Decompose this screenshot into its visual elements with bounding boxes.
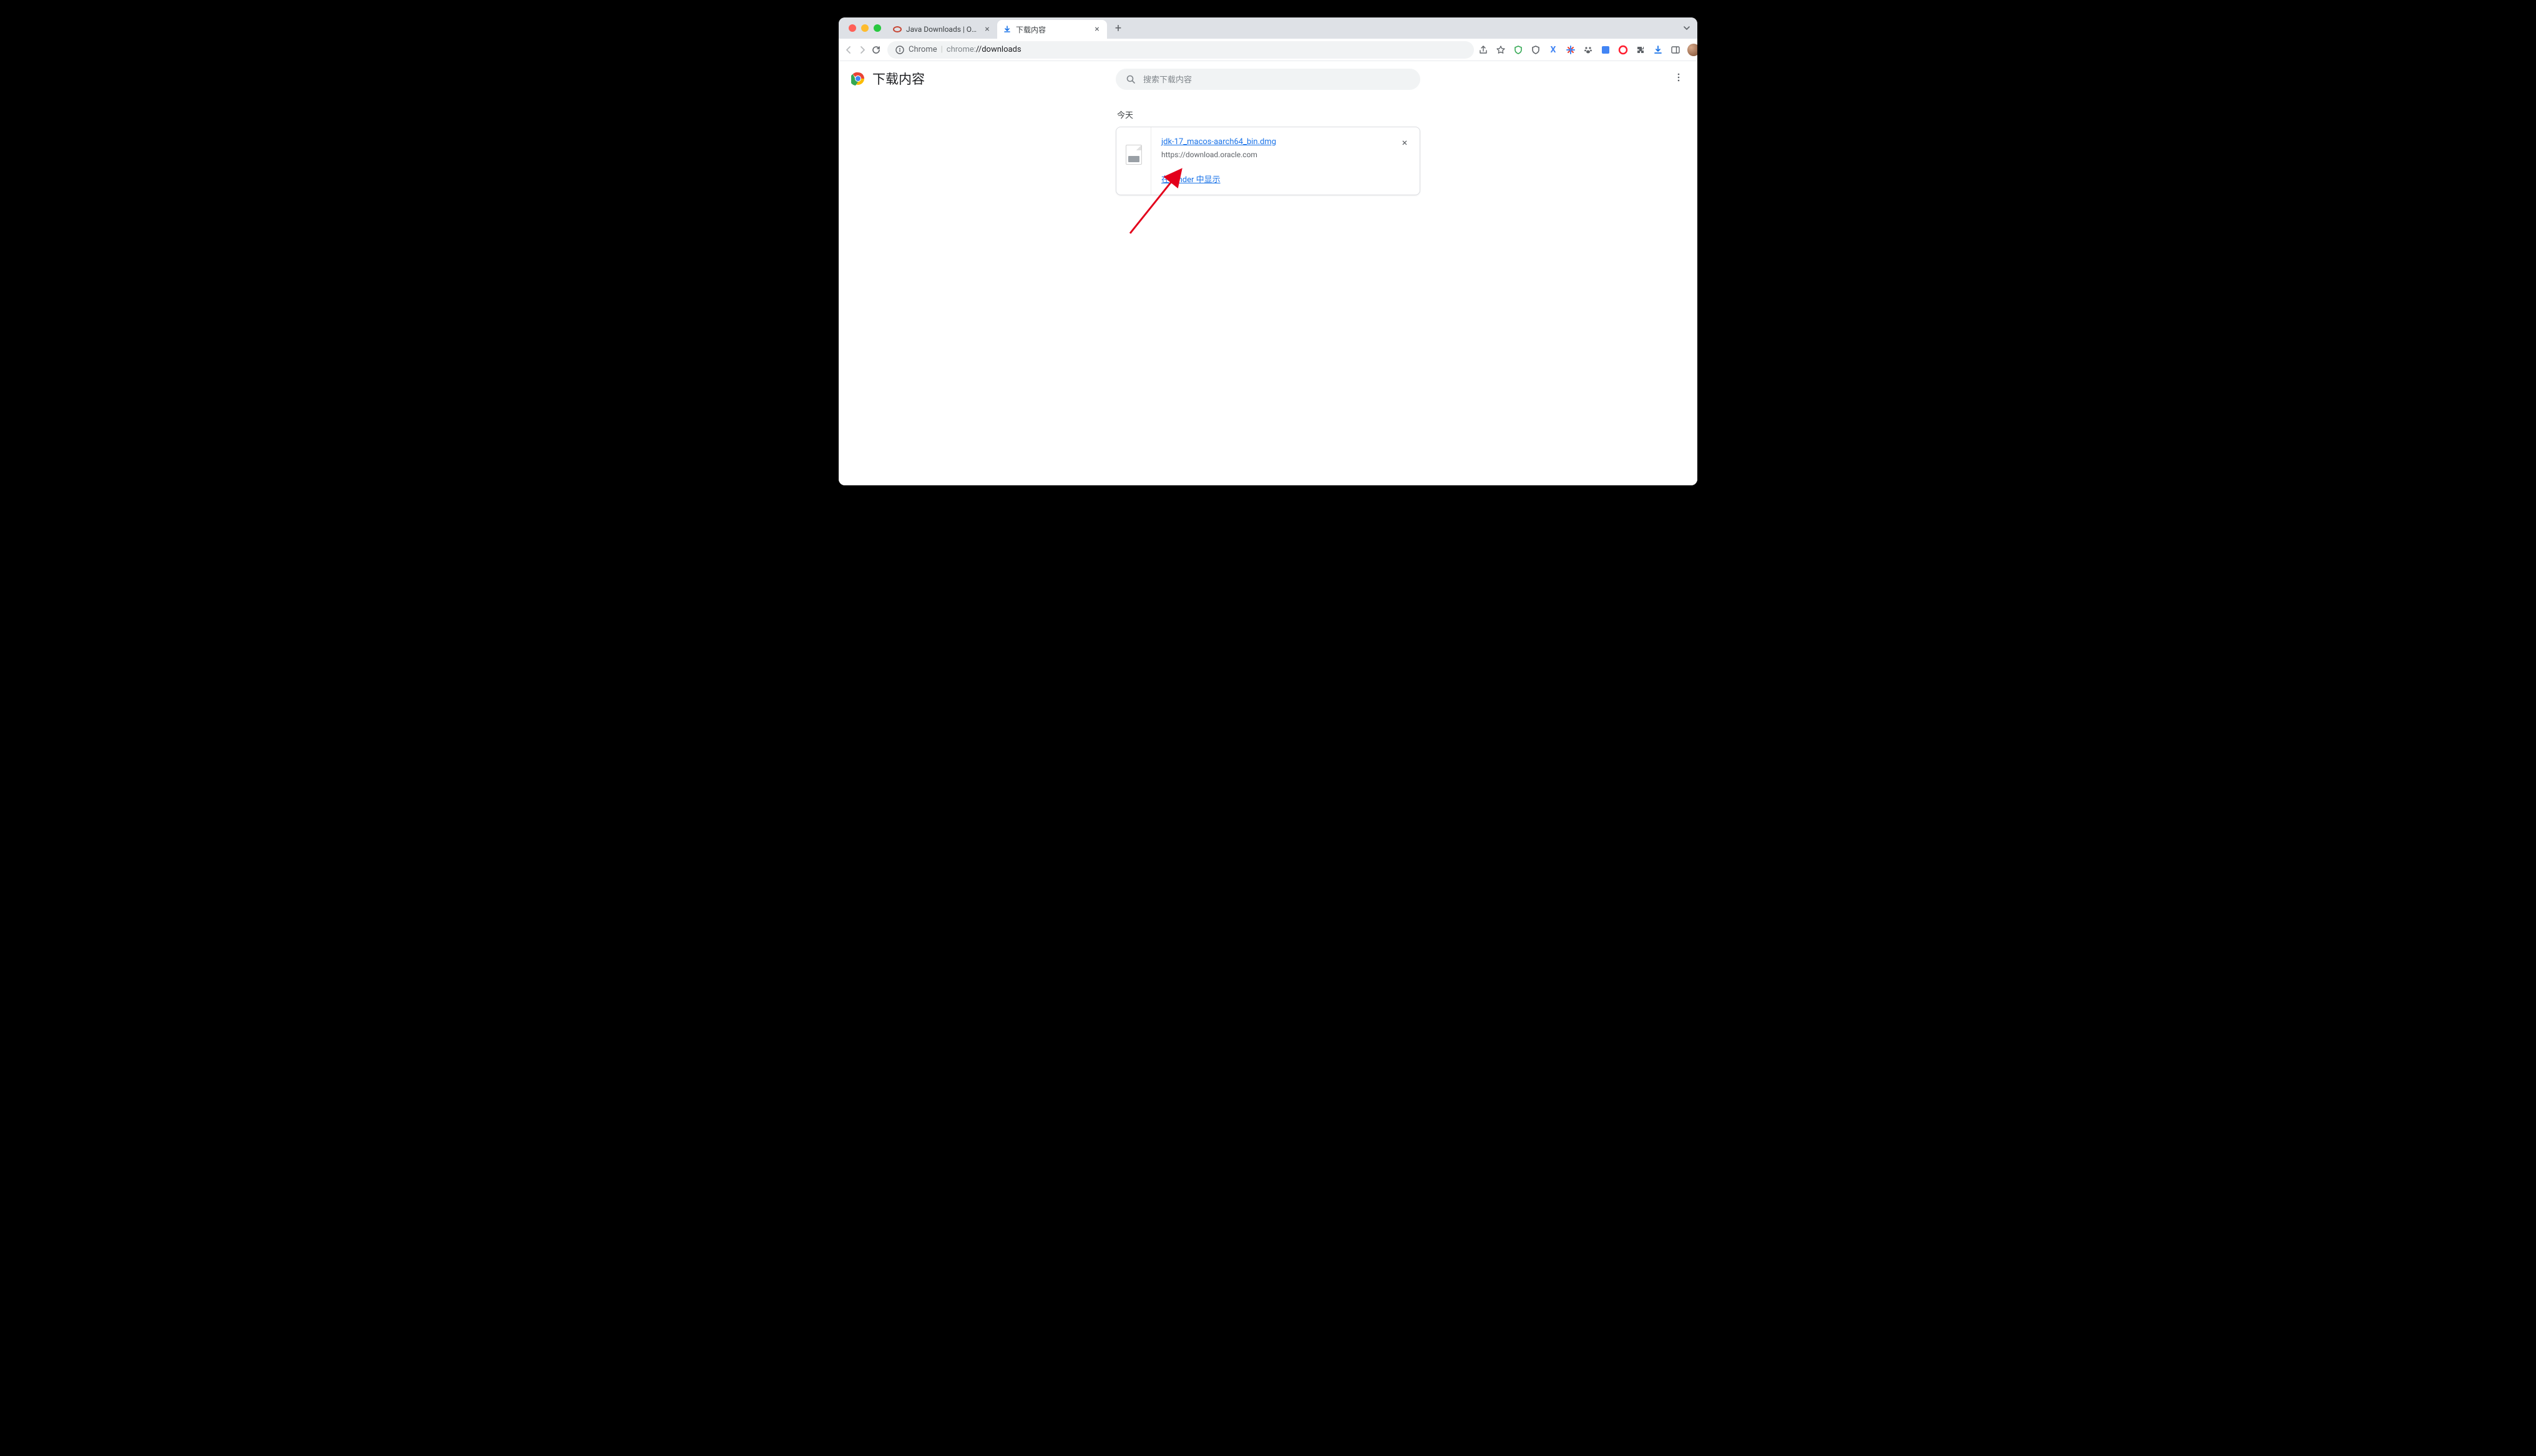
- extension-x-icon[interactable]: X: [1548, 44, 1559, 56]
- window-controls: [844, 24, 887, 32]
- profile-avatar[interactable]: [1687, 44, 1697, 56]
- extension-shield-grey-icon[interactable]: [1530, 44, 1541, 56]
- omnibox-url-path: //downloads: [976, 45, 1022, 54]
- tab-label: 下载内容: [1016, 24, 1088, 35]
- oracle-favicon-icon: [892, 24, 902, 34]
- search-icon: [1126, 74, 1136, 84]
- extension-shield-green-icon[interactable]: [1513, 44, 1524, 56]
- address-bar[interactable]: Chrome | chrome://downloads: [887, 41, 1474, 59]
- download-favicon-icon: [1002, 24, 1012, 34]
- forward-button[interactable]: [857, 41, 867, 59]
- extension-paw-icon[interactable]: [1583, 44, 1594, 56]
- download-item: jdk-17_macos-aarch64_bin.dmg https://dow…: [1116, 127, 1420, 195]
- omnibox-url-scheme: chrome:: [947, 45, 976, 54]
- tab-strip: Java Downloads | Oracle × 下载内容 × +: [839, 17, 1697, 39]
- side-panel-icon[interactable]: [1670, 44, 1681, 56]
- downloads-list: 今天 jdk-17_macos-aarch64_bin.dmg https://…: [1116, 96, 1420, 195]
- bookmark-star-icon[interactable]: [1495, 44, 1506, 56]
- share-icon[interactable]: [1478, 44, 1489, 56]
- site-info-icon[interactable]: [895, 45, 905, 55]
- tab-java-downloads[interactable]: Java Downloads | Oracle ×: [887, 20, 997, 39]
- omnibox-separator: |: [941, 45, 943, 54]
- tab-close-button[interactable]: ×: [1092, 24, 1102, 34]
- section-today-label: 今天: [1117, 109, 1420, 120]
- extension-opera-icon[interactable]: [1617, 44, 1629, 56]
- dmg-file-icon: [1126, 145, 1142, 165]
- window-close-button[interactable]: [849, 24, 856, 32]
- omnibox-url: chrome://downloads: [947, 45, 1022, 54]
- tab-downloads[interactable]: 下载内容 ×: [997, 20, 1107, 39]
- tab-label: Java Downloads | Oracle: [906, 25, 978, 34]
- window-minimize-button[interactable]: [861, 24, 869, 32]
- tab-search-button[interactable]: [1682, 24, 1691, 32]
- new-tab-button[interactable]: +: [1110, 19, 1127, 37]
- extensions-puzzle-icon[interactable]: [1635, 44, 1646, 56]
- download-source-url: https://download.oracle.com: [1161, 150, 1410, 159]
- reload-button[interactable]: [871, 41, 881, 59]
- downloads-search-input[interactable]: [1142, 74, 1410, 85]
- toolbar-actions: X: [1478, 44, 1697, 56]
- tab-close-button[interactable]: ×: [982, 24, 992, 34]
- back-button[interactable]: [844, 41, 854, 59]
- browser-toolbar: Chrome | chrome://downloads X: [839, 39, 1697, 61]
- remove-download-button[interactable]: ×: [1398, 136, 1411, 148]
- extension-blue-square-icon[interactable]: [1600, 44, 1611, 56]
- page-more-menu[interactable]: [1674, 72, 1684, 82]
- extension-colorful-icon[interactable]: [1565, 44, 1576, 56]
- downloads-search-bar[interactable]: [1116, 69, 1420, 90]
- download-filename-link[interactable]: jdk-17_macos-aarch64_bin.dmg: [1161, 137, 1276, 147]
- browser-window: Java Downloads | Oracle × 下载内容 × +: [839, 17, 1697, 485]
- downloads-toolbar-icon[interactable]: [1652, 44, 1664, 56]
- show-in-finder-link[interactable]: 在 Finder 中显示: [1161, 173, 1221, 185]
- download-file-icon-area: [1116, 127, 1151, 195]
- chrome-logo-icon: [851, 72, 865, 85]
- page-title: 下载内容: [872, 69, 925, 88]
- window-zoom-button[interactable]: [874, 24, 881, 32]
- downloads-page: 下载内容 今天 jdk-17_macos-a: [839, 61, 1697, 485]
- omnibox-scheme-label: Chrome: [909, 45, 937, 54]
